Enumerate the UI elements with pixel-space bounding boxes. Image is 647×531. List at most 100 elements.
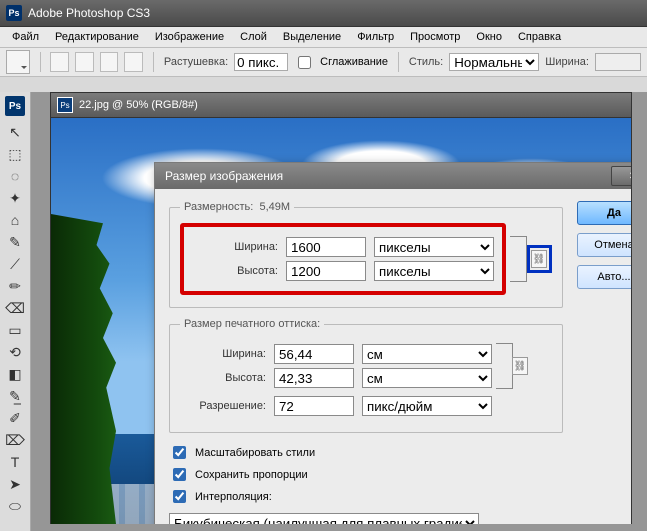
app-titlebar: Ps Adobe Photoshop CS3	[0, 0, 647, 27]
doc-width-label: Ширина:	[180, 348, 266, 360]
constrain-proportions-checkbox[interactable]: Сохранить пропорции	[169, 465, 563, 484]
crop-tool[interactable]: ⌂	[4, 210, 26, 230]
interpolation-select[interactable]: Бикубическая (наилучшая для плавных град…	[169, 513, 479, 524]
px-width-input[interactable]	[286, 237, 366, 257]
healing-tool[interactable]: ⟋	[4, 254, 26, 274]
new-selection-icon[interactable]	[50, 52, 69, 72]
eyedropper-tool[interactable]: ✎	[4, 232, 26, 252]
menu-window[interactable]: Окно	[468, 29, 510, 45]
px-width-unit-select[interactable]: пикселы	[374, 237, 494, 257]
style-label: Стиль:	[409, 56, 443, 68]
blur-tool[interactable]: ✎̲	[4, 386, 26, 406]
feather-input[interactable]	[234, 53, 288, 71]
menu-filter[interactable]: Фильтр	[349, 29, 402, 45]
separator	[153, 52, 154, 72]
px-width-label: Ширина:	[192, 241, 278, 253]
menu-select[interactable]: Выделение	[275, 29, 349, 45]
ok-button[interactable]: Да	[577, 201, 631, 225]
image-size-dialog: Размер изображения ✕ Размерность: 5,49M	[154, 162, 631, 524]
subtract-selection-icon[interactable]	[100, 52, 119, 72]
px-height-input[interactable]	[286, 261, 366, 281]
highlight-box: Ширина: пикселы Высота: пикселы	[180, 223, 506, 295]
px-height-unit-select[interactable]: пикселы	[374, 261, 494, 281]
width-label: Ширина:	[545, 56, 589, 68]
pixel-dimensions-legend: Размерность: 5,49M	[180, 201, 294, 213]
app-icon: Ps	[6, 5, 22, 21]
doc-width-input[interactable]	[274, 344, 354, 364]
tool-preset-picker[interactable]	[6, 50, 30, 74]
menu-layer[interactable]: Слой	[232, 29, 275, 45]
antialias-label: Сглаживание	[320, 56, 388, 68]
shape-tool[interactable]: ⬭	[4, 496, 26, 516]
constrain-label: Сохранить пропорции	[195, 469, 308, 481]
canvas[interactable]: Размер изображения ✕ Размерность: 5,49M	[51, 118, 631, 524]
document-window: Ps 22.jpg @ 50% (RGB/8#) Размер изображе…	[50, 92, 632, 524]
app-title: Adobe Photoshop CS3	[28, 6, 150, 20]
chain-link-icon[interactable]: ⛓	[531, 250, 547, 268]
separator	[398, 52, 399, 72]
doc-width-unit-select[interactable]: см	[362, 344, 492, 364]
menu-edit[interactable]: Редактирование	[47, 29, 147, 45]
pixel-dims-label: Размерность:	[184, 201, 253, 213]
wand-tool[interactable]: ✦	[4, 188, 26, 208]
menubar: Файл Редактирование Изображение Слой Выд…	[0, 27, 647, 48]
marquee-tool[interactable]: ⬚	[4, 144, 26, 164]
resolution-unit-select[interactable]: пикс/дюйм	[362, 396, 492, 416]
pixel-dimensions-group: Размерность: 5,49M Ширина: пикселы	[169, 201, 563, 308]
document-icon: Ps	[57, 97, 73, 113]
add-selection-icon[interactable]	[75, 52, 94, 72]
toolbox: Ps ↖ ⬚ ◌ ✦ ⌂ ✎ ⟋ ✏ ⌫ ▭ ⟲ ◧ ✎̲ ✐ ⌦ T ➤ ⬭	[0, 92, 31, 531]
move-tool[interactable]: ↖	[4, 122, 26, 142]
link-bracket	[510, 236, 527, 282]
resample-checkbox[interactable]: Интерполяция:	[169, 487, 563, 506]
dialog-left-pane: Размерность: 5,49M Ширина: пикселы	[169, 201, 563, 524]
dialog-body: Размерность: 5,49M Ширина: пикселы	[155, 189, 631, 524]
scale-styles-label: Масштабировать стили	[195, 447, 315, 459]
history-brush-tool[interactable]: ▭	[4, 320, 26, 340]
document-title: 22.jpg @ 50% (RGB/8#)	[79, 99, 198, 111]
dodge-tool[interactable]: ✐	[4, 408, 26, 428]
style-select[interactable]: Нормальный	[449, 53, 539, 71]
pen-tool[interactable]: ⌦	[4, 430, 26, 450]
dialog-close-button[interactable]: ✕	[611, 166, 631, 186]
path-tool[interactable]: ➤	[4, 474, 26, 494]
doc-height-label: Высота:	[180, 372, 266, 384]
ps-logo-icon: Ps	[5, 96, 25, 116]
lasso-tool[interactable]: ◌	[4, 166, 26, 186]
dialog-buttons: Да Отмена Авто...	[577, 201, 631, 524]
scale-styles-check[interactable]	[173, 446, 186, 459]
constrain-check[interactable]	[173, 468, 186, 481]
cancel-button[interactable]: Отмена	[577, 233, 631, 257]
scale-styles-checkbox[interactable]: Масштабировать стили	[169, 443, 563, 462]
doc-height-unit-select[interactable]: см	[362, 368, 492, 388]
image-trees-left	[51, 214, 116, 524]
px-height-label: Высота:	[192, 265, 278, 277]
stamp-tool[interactable]: ⌫	[4, 298, 26, 318]
brush-tool[interactable]: ✏	[4, 276, 26, 296]
menu-image[interactable]: Изображение	[147, 29, 232, 45]
intersect-selection-icon[interactable]	[124, 52, 143, 72]
resolution-label: Разрешение:	[180, 400, 266, 412]
resolution-input[interactable]	[274, 396, 354, 416]
dialog-titlebar[interactable]: Размер изображения ✕	[155, 163, 631, 189]
auto-button[interactable]: Авто...	[577, 265, 631, 289]
resample-label: Интерполяция:	[195, 491, 272, 503]
antialias-checkbox[interactable]: Сглаживание	[294, 53, 388, 72]
width-input[interactable]	[595, 53, 641, 71]
workspace: Ps ↖ ⬚ ◌ ✦ ⌂ ✎ ⟋ ✏ ⌫ ▭ ⟲ ◧ ✎̲ ✐ ⌦ T ➤ ⬭ …	[0, 92, 647, 531]
dialog-title: Размер изображения	[165, 169, 283, 183]
chain-link-icon[interactable]: ⛓	[512, 357, 528, 375]
eraser-tool[interactable]: ⟲	[4, 342, 26, 362]
type-tool[interactable]: T	[4, 452, 26, 472]
gradient-tool[interactable]: ◧	[4, 364, 26, 384]
feather-label: Растушевка:	[164, 56, 228, 68]
document-titlebar[interactable]: Ps 22.jpg @ 50% (RGB/8#)	[51, 93, 631, 118]
resample-check[interactable]	[173, 490, 186, 503]
antialias-check[interactable]	[298, 56, 311, 69]
separator	[40, 52, 41, 72]
doc-height-input[interactable]	[274, 368, 354, 388]
menu-file[interactable]: Файл	[4, 29, 47, 45]
menu-help[interactable]: Справка	[510, 29, 569, 45]
document-size-legend: Размер печатного оттиска:	[180, 318, 324, 330]
menu-view[interactable]: Просмотр	[402, 29, 468, 45]
